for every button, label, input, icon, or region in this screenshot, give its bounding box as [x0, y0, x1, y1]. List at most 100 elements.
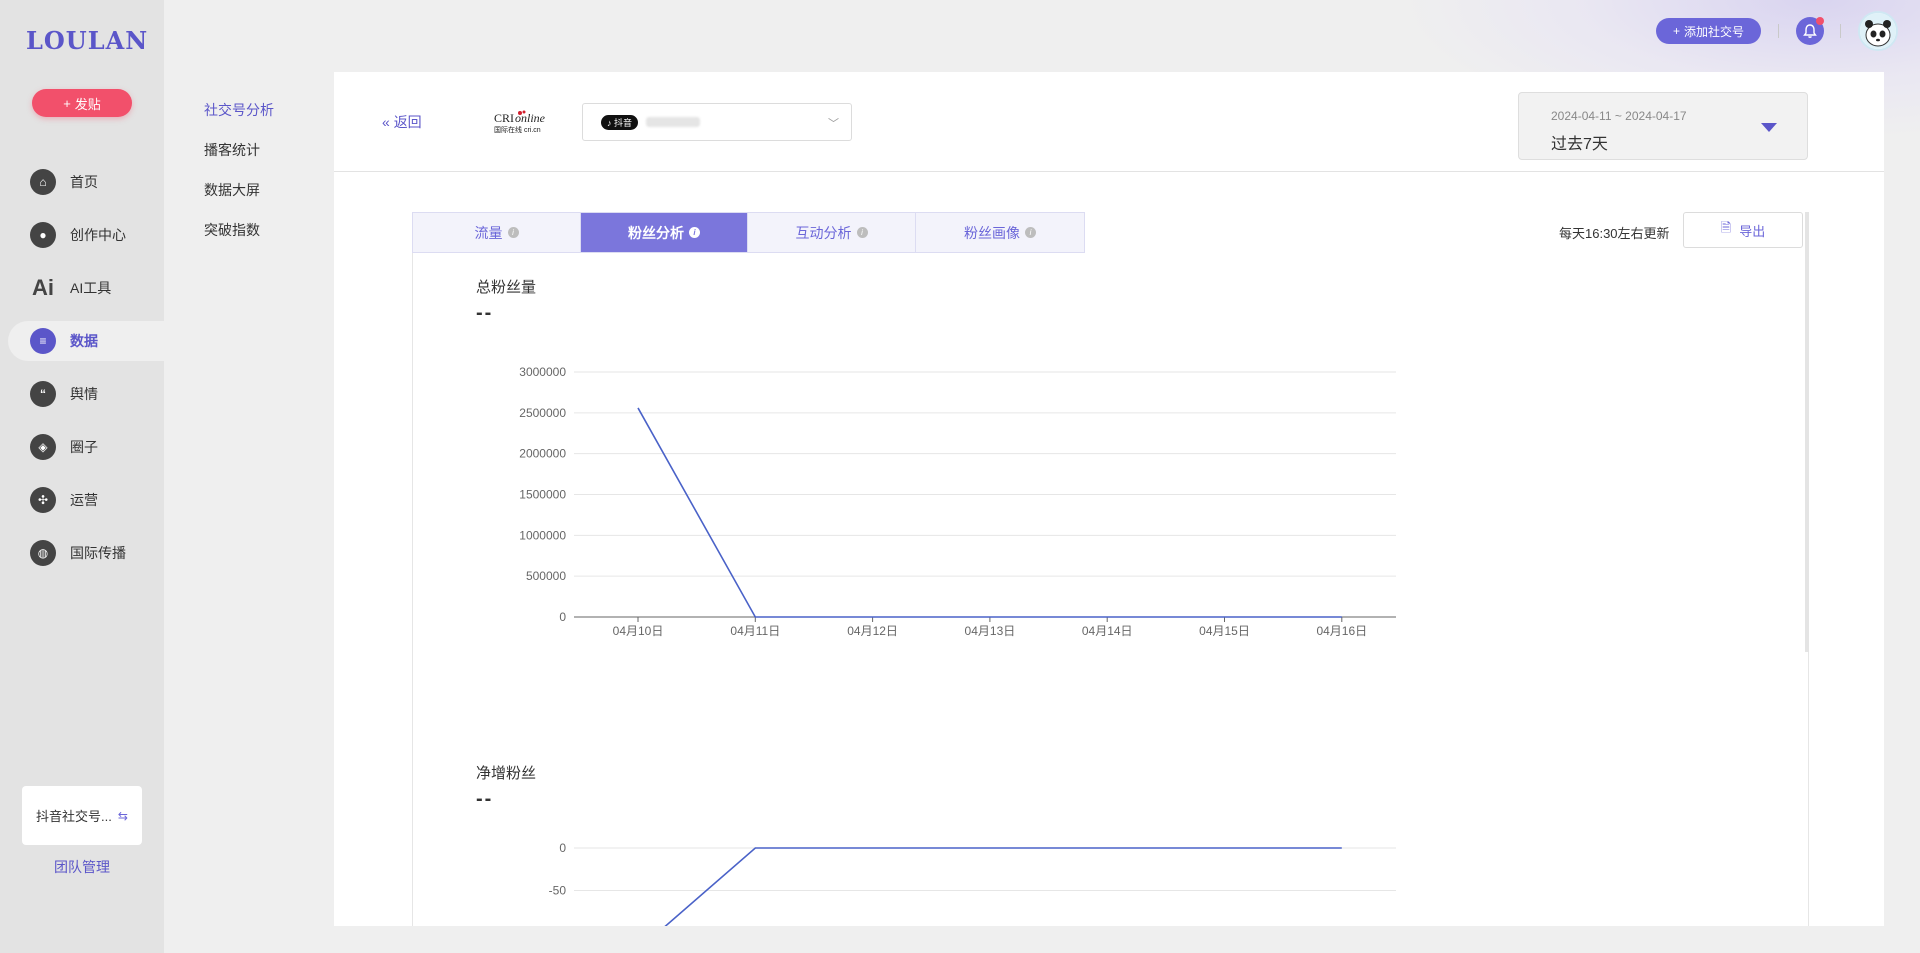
info-icon[interactable]: i: [1025, 227, 1036, 238]
tab-fans-analysis[interactable]: 粉丝分析 i: [581, 213, 748, 252]
tab-traffic[interactable]: 流量 i: [413, 213, 581, 252]
plus-icon: +: [63, 95, 71, 111]
sidebar-item-ai-tools[interactable]: Ai AI工具: [0, 268, 164, 308]
svg-text:国际在线 cri.cn: 国际在线 cri.cn: [494, 125, 541, 134]
date-range-text: 2024-04-11 ~ 2024-04-17: [1551, 109, 1687, 123]
chart-title: 总粉丝量: [476, 279, 537, 296]
subnav-item-data-screen[interactable]: 数据大屏: [204, 180, 274, 220]
subnav-item-social-analysis[interactable]: 社交号分析: [204, 100, 274, 140]
sidebar-item-label: 舆情: [70, 386, 98, 402]
net-fans-line-chart: 0 -50: [549, 841, 1396, 926]
home-icon: ⌂: [30, 169, 56, 195]
tab-label: 互动分析: [795, 224, 852, 241]
sidebar-item-label: 创作中心: [70, 227, 126, 243]
subnav-item-breakthrough-index[interactable]: 突破指数: [204, 220, 274, 260]
y-tick-label: 1500000: [519, 488, 566, 502]
analysis-tabs: 流量 i 粉丝分析 i 互动分析 i 粉丝画像 i: [412, 212, 1085, 253]
back-link[interactable]: « 返回: [382, 112, 422, 132]
sidebar-item-label: 数据: [70, 333, 98, 349]
subnav-item-podcast-stats[interactable]: 播客统计: [204, 140, 274, 180]
sidebar-item-label: 国际传播: [70, 545, 126, 561]
tab-label: 粉丝画像: [964, 224, 1020, 241]
divider: [1840, 24, 1841, 38]
y-tick-label: 0: [559, 841, 566, 855]
sub-nav: 社交号分析 播客统计 数据大屏 突破指数: [204, 100, 274, 260]
quote-icon: “: [30, 381, 56, 407]
info-icon[interactable]: i: [507, 227, 519, 238]
sidebar-item-data[interactable]: ≡ 数据: [8, 321, 164, 361]
post-button[interactable]: + 发贴: [32, 89, 132, 117]
info-icon[interactable]: i: [856, 227, 868, 238]
palette-icon: ●: [30, 222, 56, 248]
series-line: [664, 847, 1342, 926]
x-tick-label: 04月14日: [1082, 624, 1133, 638]
x-tick-label: 04月11日: [730, 624, 780, 638]
plus-icon: +: [1672, 24, 1680, 38]
network-icon: ✣: [30, 487, 56, 513]
sidebar: LOULAN + 发贴 ⌂ 首页 ● 创作中心 Ai AI工具 ≡ 数据 “ 舆…: [0, 0, 164, 953]
y-tick-label: 2000000: [519, 447, 566, 461]
panda-avatar-icon: [1860, 13, 1896, 49]
swap-icon: ⇆: [117, 808, 128, 823]
bell-icon: [1803, 23, 1817, 38]
update-schedule-note: 每天16:30左右更新: [1559, 226, 1670, 241]
total-fans-line-chart: 0 500000 1000000 1500000 2000000 2500000 30000…: [519, 365, 1396, 638]
x-tick-label: 04月15日: [1199, 624, 1250, 638]
tab-label: 流量: [474, 224, 503, 241]
cri-online-logo: CRI online 国际在线 cri.cn: [494, 110, 546, 134]
avatar[interactable]: [1858, 11, 1898, 51]
divider: [1778, 24, 1779, 38]
x-tick-label: 04月10日: [613, 624, 664, 638]
caret-down-icon: [1761, 123, 1777, 132]
compass-icon: ◈: [30, 434, 56, 460]
x-tick-label: 04月16日: [1316, 624, 1367, 638]
main-nav: ⌂ 首页 ● 创作中心 Ai AI工具 ≡ 数据 “ 舆情 ◈ 圈子 ✣ 运营 …: [0, 162, 164, 586]
series-line: [637, 407, 1342, 618]
account-switcher[interactable]: 抖音社交号... ⇆: [22, 786, 142, 845]
tab-label: 粉丝分析: [628, 224, 684, 241]
notification-bell-icon[interactable]: [1796, 17, 1824, 45]
sidebar-item-label: 圈子: [70, 439, 98, 455]
ai-icon: Ai: [32, 275, 54, 300]
account-select[interactable]: ♪ 抖音 ﹀: [582, 103, 852, 141]
tiktok-badge: ♪ 抖音: [601, 114, 639, 130]
chart-total-value: --: [476, 788, 494, 810]
add-social-account-button[interactable]: + 添加社交号: [1656, 18, 1761, 44]
date-range-picker[interactable]: 2024-04-11 ~ 2024-04-17 过去7天: [1518, 92, 1808, 160]
x-tick-label: 04月12日: [847, 624, 898, 638]
notification-dot: [1816, 17, 1824, 25]
document-icon: 🗎: [1720, 220, 1732, 235]
chart-total-value: --: [476, 302, 494, 324]
post-button-label: 发贴: [74, 96, 101, 112]
sidebar-item-circle[interactable]: ◈ 圈子: [0, 427, 164, 467]
tab-fans-profile[interactable]: 粉丝画像 i: [916, 213, 1084, 252]
account-name: 抖音社交号...: [36, 809, 112, 824]
database-icon: ≡: [30, 328, 56, 354]
sidebar-item-label: AI工具: [70, 280, 112, 296]
sidebar-item-operation[interactable]: ✣ 运营: [0, 480, 164, 520]
app-logo[interactable]: LOULAN: [26, 26, 148, 55]
export-label: 导出: [1739, 223, 1766, 239]
info-icon[interactable]: i: [689, 227, 700, 238]
chart-title: 净增粉丝: [476, 765, 537, 782]
sidebar-item-home[interactable]: ⌂ 首页: [0, 162, 164, 202]
sidebar-item-creation[interactable]: ● 创作中心: [0, 215, 164, 255]
back-label: 返回: [393, 114, 422, 130]
account-name-blurred: [646, 117, 701, 127]
sidebar-item-international[interactable]: ◍ 国际传播: [0, 533, 164, 573]
tab-interaction-analysis[interactable]: 互动分析 i: [748, 213, 916, 252]
chevron-down-icon: ﹀: [828, 118, 839, 130]
svg-text:CRI: CRI: [494, 111, 514, 125]
main-panel: « 返回 CRI online 国际在线 cri.cn ♪ 抖音 ﹀ 2024-…: [334, 72, 1884, 926]
export-button[interactable]: 🗎 导出: [1683, 212, 1803, 248]
scrollbar[interactable]: [1805, 212, 1809, 652]
add-social-label: 添加社交号: [1684, 24, 1745, 39]
team-management-link[interactable]: 团队管理: [0, 857, 164, 877]
y-tick-label: -50: [549, 884, 567, 898]
y-tick-label: 2500000: [519, 406, 566, 420]
double-chevron-left-icon: «: [382, 114, 390, 130]
sidebar-item-sentiment[interactable]: “ 舆情: [0, 374, 164, 414]
y-tick-label: 0: [559, 610, 566, 624]
date-preset-label: 过去7天: [1551, 136, 1608, 153]
y-tick-label: 1000000: [519, 528, 566, 542]
